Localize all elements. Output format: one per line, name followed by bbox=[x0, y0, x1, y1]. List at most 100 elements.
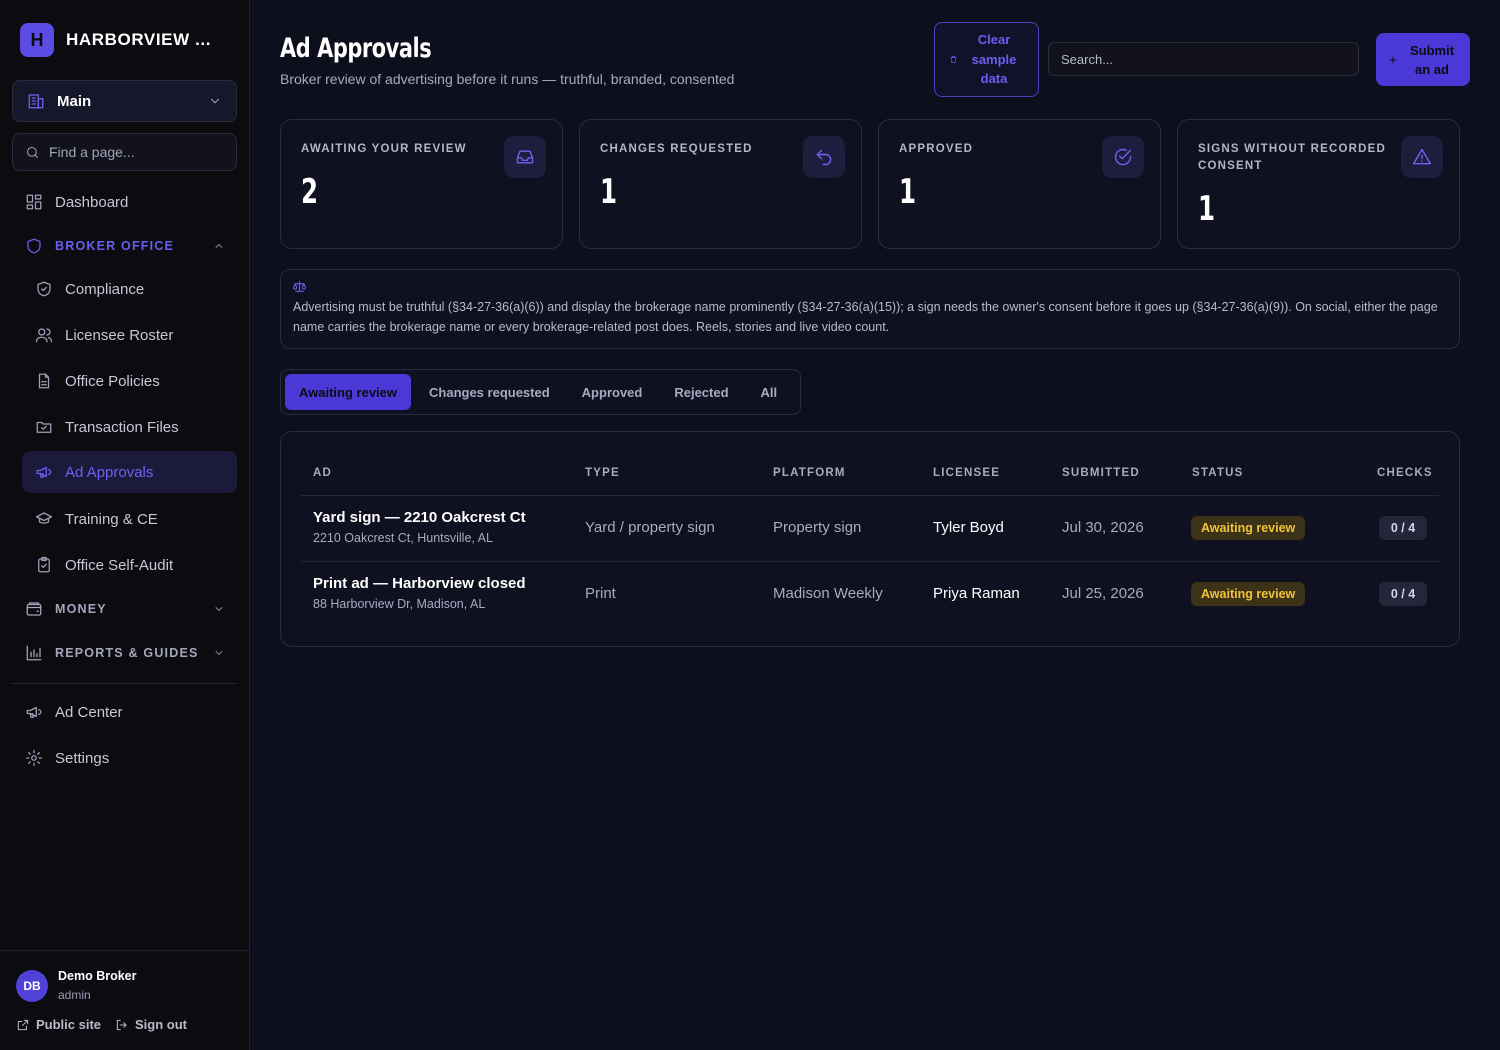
chevron-down-icon bbox=[208, 94, 222, 108]
checks-badge: 0 / 4 bbox=[1379, 582, 1427, 606]
notice-box: Advertising must be truthful (§34-27-36(… bbox=[280, 269, 1460, 349]
ad-title: Yard sign — 2210 Oakcrest Ct bbox=[313, 509, 526, 526]
external-link-icon bbox=[16, 1018, 30, 1032]
nav-compliance-label: Compliance bbox=[65, 280, 145, 298]
column-header-licensee[interactable]: LICENSEE bbox=[933, 467, 1000, 479]
nav-training-ce-label: Training & CE bbox=[65, 510, 158, 528]
section-money-label: MONEY bbox=[55, 602, 107, 616]
nav-dashboard[interactable]: Dashboard bbox=[25, 181, 237, 223]
ads-table: AD TYPE PLATFORM LICENSEE SUBMITTED STAT… bbox=[280, 431, 1460, 647]
nav-office-self-audit[interactable]: Office Self-Audit bbox=[22, 544, 237, 586]
tab-rejected[interactable]: Rejected bbox=[660, 374, 742, 410]
nav-transaction-files[interactable]: Transaction Files bbox=[22, 406, 237, 448]
check-circle-icon bbox=[1102, 136, 1144, 178]
nav-office-self-audit-label: Office Self-Audit bbox=[65, 556, 174, 574]
filter-tabs: Awaiting review Changes requested Approv… bbox=[280, 369, 801, 415]
submit-ad-button[interactable]: Submit an ad bbox=[1376, 33, 1470, 86]
nav-office-policies[interactable]: Office Policies bbox=[22, 360, 237, 402]
brand-name: HARBORVIEW ... bbox=[66, 30, 212, 49]
chevron-down-icon bbox=[213, 647, 225, 659]
nav-office-policies-label: Office Policies bbox=[65, 372, 160, 390]
nav-licensee-roster[interactable]: Licensee Roster bbox=[22, 314, 237, 356]
workspace-selector[interactable]: Main bbox=[12, 80, 237, 122]
status-badge: Awaiting review bbox=[1191, 516, 1306, 540]
stat-value: 2 bbox=[301, 172, 319, 212]
sidebar-divider bbox=[12, 683, 237, 684]
stat-label: AWAITING YOUR REVIEW bbox=[301, 143, 467, 155]
stat-value: 1 bbox=[600, 172, 618, 212]
ad-type: Yard / property sign bbox=[585, 519, 715, 536]
brand[interactable]: H HARBORVIEW ... bbox=[20, 23, 211, 57]
page-title: Ad Approvals bbox=[280, 33, 432, 64]
nav-transaction-files-label: Transaction Files bbox=[65, 418, 179, 436]
table-row[interactable]: Print ad — Harborview closed 88 Harborvi… bbox=[281, 561, 1461, 627]
column-header-status[interactable]: STATUS bbox=[1192, 467, 1244, 479]
shield-check-icon bbox=[35, 280, 53, 298]
clipboard-check-icon bbox=[35, 556, 53, 574]
ad-licensee: Priya Raman bbox=[933, 585, 1020, 602]
chevron-up-icon bbox=[213, 240, 225, 252]
nav-compliance[interactable]: Compliance bbox=[22, 268, 237, 310]
stat-card-changes-requested: CHANGES REQUESTED 1 bbox=[579, 119, 862, 249]
bar-chart-icon bbox=[25, 644, 43, 662]
nav-training-ce[interactable]: Training & CE bbox=[22, 498, 237, 540]
warning-icon bbox=[1401, 136, 1443, 178]
column-header-ad[interactable]: AD bbox=[313, 467, 332, 479]
stat-card-awaiting: AWAITING YOUR REVIEW 2 bbox=[280, 119, 563, 249]
nav-settings[interactable]: Settings bbox=[25, 737, 237, 779]
nav-ad-center[interactable]: Ad Center bbox=[25, 691, 237, 733]
ad-submitted: Jul 30, 2026 bbox=[1062, 519, 1144, 536]
workspace-label: Main bbox=[57, 92, 92, 110]
column-header-type[interactable]: TYPE bbox=[585, 467, 620, 479]
building-icon bbox=[27, 92, 45, 110]
table-row[interactable]: Yard sign — 2210 Oakcrest Ct 2210 Oakcre… bbox=[281, 495, 1461, 561]
tab-awaiting-review[interactable]: Awaiting review bbox=[285, 374, 412, 410]
section-broker-office-label: BROKER OFFICE bbox=[55, 239, 175, 253]
tab-all[interactable]: All bbox=[747, 374, 792, 410]
shield-icon bbox=[25, 237, 43, 255]
sign-out-label: Sign out bbox=[135, 1017, 187, 1032]
graduation-cap-icon bbox=[35, 510, 53, 528]
column-header-submitted[interactable]: SUBMITTED bbox=[1062, 467, 1140, 479]
search-input[interactable] bbox=[1048, 42, 1359, 76]
ad-title: Print ad — Harborview closed bbox=[313, 575, 526, 592]
column-header-platform[interactable]: PLATFORM bbox=[773, 467, 846, 479]
ad-licensee: Tyler Boyd bbox=[933, 519, 1004, 536]
nav-dashboard-label: Dashboard bbox=[55, 193, 129, 211]
clear-sample-data-button[interactable]: Clear sample data bbox=[934, 22, 1039, 97]
find-page-input[interactable] bbox=[49, 144, 219, 160]
dashboard-icon bbox=[25, 193, 43, 211]
stat-label: APPROVED bbox=[899, 143, 974, 155]
public-site-label: Public site bbox=[36, 1017, 102, 1032]
gear-icon bbox=[25, 749, 43, 767]
nav-ad-approvals-label: Ad Approvals bbox=[65, 463, 154, 481]
section-reports-guides[interactable]: REPORTS & GUIDES bbox=[25, 641, 225, 665]
user-name: Demo Broker bbox=[58, 969, 137, 983]
tab-changes-requested[interactable]: Changes requested bbox=[415, 374, 564, 410]
megaphone-icon bbox=[25, 703, 43, 721]
sidebar: H HARBORVIEW ... Main Dashboard BROKER O… bbox=[0, 0, 250, 1050]
ad-type: Print bbox=[585, 585, 616, 602]
stat-label: CHANGES REQUESTED bbox=[600, 143, 753, 155]
tab-approved[interactable]: Approved bbox=[568, 374, 657, 410]
undo-icon bbox=[803, 136, 845, 178]
clear-sample-data-label: Clear sample data bbox=[971, 32, 1017, 87]
find-page bbox=[12, 133, 237, 171]
public-site-link[interactable]: Public site bbox=[16, 1017, 101, 1032]
section-money[interactable]: MONEY bbox=[25, 597, 225, 621]
section-broker-office[interactable]: BROKER OFFICE bbox=[25, 234, 225, 258]
nav-ad-approvals[interactable]: Ad Approvals bbox=[22, 451, 237, 493]
nav-settings-label: Settings bbox=[55, 749, 110, 767]
ad-address: 2210 Oakcrest Ct, Huntsville, AL bbox=[313, 531, 493, 545]
plus-icon bbox=[1388, 55, 1398, 65]
inbox-icon bbox=[504, 136, 546, 178]
document-icon bbox=[35, 372, 53, 390]
notice-text: Advertising must be truthful (§34-27-36(… bbox=[293, 300, 1438, 334]
megaphone-icon bbox=[35, 463, 53, 481]
page-subtitle: Broker review of advertising before it r… bbox=[280, 71, 735, 87]
avatar[interactable]: DB bbox=[16, 970, 48, 1002]
column-header-checks[interactable]: CHECKS bbox=[1377, 467, 1433, 479]
sidebar-footer: DB Demo Broker admin Public site Sign ou… bbox=[0, 950, 250, 1050]
sign-out-link[interactable]: Sign out bbox=[115, 1017, 187, 1032]
brand-logo: H bbox=[20, 23, 54, 57]
